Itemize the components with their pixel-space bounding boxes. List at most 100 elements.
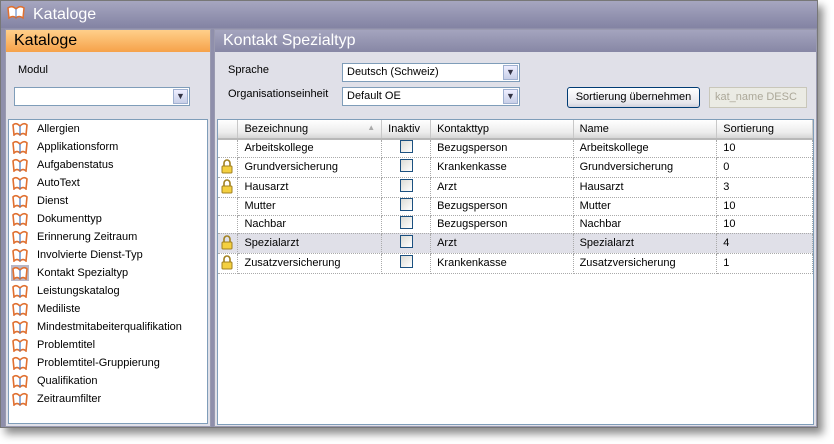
cell-bezeichnung[interactable]: Spezialarzt: [237, 233, 383, 254]
catalog-item[interactable]: Aufgabenstatus: [9, 156, 207, 174]
table-row[interactable]: Hausarzt Arzt Hausarzt 3: [218, 177, 813, 198]
cell-sortierung[interactable]: 3: [716, 177, 813, 198]
row-marker: [218, 233, 239, 254]
table-row[interactable]: Nachbar Bezugsperson Nachbar 10: [218, 215, 813, 234]
modul-label: Modul: [18, 64, 48, 76]
cell-name[interactable]: Arbeitskollege: [573, 139, 718, 158]
cell-bezeichnung[interactable]: Nachbar: [237, 215, 383, 234]
cell-kontakttyp[interactable]: Arzt: [430, 177, 574, 198]
cell-kontakttyp[interactable]: Krankenkasse: [430, 157, 574, 178]
catalog-item[interactable]: Applikationsform: [9, 138, 207, 156]
cell-sortierung[interactable]: 1: [716, 253, 813, 274]
catalog-item-label: Kontakt Spezialtyp: [37, 267, 129, 279]
cell-name[interactable]: Grundversicherung: [573, 157, 718, 178]
inaktiv-checkbox[interactable]: [399, 235, 413, 248]
book-icon: [11, 157, 29, 173]
chevron-down-icon[interactable]: ▼: [503, 65, 518, 80]
book-icon: [11, 121, 29, 137]
column-header-kontakttyp[interactable]: Kontakttyp: [430, 120, 574, 140]
detail-panel: Kontakt Spezialtyp Sprache Deutsch (Schw…: [214, 29, 817, 427]
catalog-item[interactable]: Problemtitel: [9, 336, 207, 354]
catalog-item-label: Problemtitel: [37, 339, 96, 351]
catalog-item[interactable]: Zeitraumfilter: [9, 390, 207, 408]
book-icon: [11, 265, 29, 281]
sort-ascending-icon: ▲: [367, 123, 376, 132]
cell-kontakttyp[interactable]: Krankenkasse: [430, 253, 574, 274]
book-icon: [11, 211, 29, 227]
inaktiv-checkbox[interactable]: [399, 140, 413, 154]
inaktiv-checkbox[interactable]: [399, 216, 413, 229]
sort-expression-field: kat_name DESC: [709, 87, 807, 108]
cell-kontakttyp[interactable]: Bezugsperson: [430, 215, 574, 234]
row-header-corner: [218, 120, 239, 140]
catalog-item-label: AutoText: [37, 177, 80, 189]
cell-kontakttyp[interactable]: Bezugsperson: [430, 139, 574, 158]
catalog-item[interactable]: AutoText: [9, 174, 207, 192]
catalog-item[interactable]: Problemtitel-Gruppierung: [9, 354, 207, 372]
cell-sortierung[interactable]: 10: [716, 215, 813, 234]
cell-bezeichnung[interactable]: Mutter: [237, 197, 383, 216]
catalog-item[interactable]: Mediliste: [9, 300, 207, 318]
cell-name[interactable]: Mutter: [573, 197, 718, 216]
modul-select[interactable]: ▼: [14, 87, 190, 106]
column-header-inaktiv[interactable]: Inaktiv: [381, 120, 432, 140]
catalog-panel: Kataloge Modul ▼ Allergien Applikationsfo…: [5, 29, 211, 427]
catalog-item-label: Mediliste: [37, 303, 81, 315]
chevron-down-icon[interactable]: ▼: [503, 89, 518, 104]
catalog-item-label: Dienst: [37, 195, 69, 207]
inaktiv-checkbox[interactable]: [399, 179, 413, 192]
cell-name[interactable]: Spezialarzt: [573, 233, 718, 254]
book-icon: [11, 391, 29, 407]
column-label: Bezeichnung: [244, 123, 309, 135]
column-header-bezeichnung[interactable]: Bezeichnung ▲: [237, 120, 383, 140]
catalog-item[interactable]: Dienst: [9, 192, 207, 210]
cell-sortierung[interactable]: 4: [716, 233, 813, 254]
catalog-item[interactable]: Mindestmitabeiterqualifikation: [9, 318, 207, 336]
catalog-item[interactable]: Involvierte Dienst-Typ: [9, 246, 207, 264]
table-row[interactable]: Mutter Bezugsperson Mutter 10: [218, 197, 813, 216]
catalog-item[interactable]: Leistungskatalog: [9, 282, 207, 300]
cell-name[interactable]: Hausarzt: [573, 177, 718, 198]
book-icon: [11, 247, 29, 263]
kontakt-spezialtyp-table: Bezeichnung ▲ Inaktiv Kontakttyp Name Sor…: [217, 119, 814, 425]
cell-name[interactable]: Nachbar: [573, 215, 718, 234]
catalog-item[interactable]: Kontakt Spezialtyp: [9, 264, 207, 282]
column-header-name[interactable]: Name: [573, 120, 718, 140]
cell-bezeichnung[interactable]: Hausarzt: [237, 177, 383, 198]
inaktiv-checkbox[interactable]: [399, 159, 413, 172]
cell-kontakttyp[interactable]: Arzt: [430, 233, 574, 254]
sortierung-uebernehmen-button[interactable]: Sortierung übernehmen: [567, 87, 700, 108]
catalog-item-label: Leistungskatalog: [37, 285, 120, 297]
cell-bezeichnung[interactable]: Grundversicherung: [237, 157, 383, 178]
cell-sortierung[interactable]: 10: [716, 139, 813, 158]
inaktiv-checkbox[interactable]: [399, 255, 413, 268]
cell-bezeichnung[interactable]: Zusatzversicherung: [237, 253, 383, 274]
table-row[interactable]: Spezialarzt Arzt Spezialarzt 4: [218, 233, 813, 254]
table-row[interactable]: Grundversicherung Krankenkasse Grundversic…: [218, 157, 813, 178]
sprache-label: Sprache: [228, 64, 269, 76]
chevron-down-icon[interactable]: ▼: [173, 89, 188, 104]
cell-inaktiv: [381, 233, 432, 254]
cell-sortierung[interactable]: 0: [716, 157, 813, 178]
catalog-item-label: Involvierte Dienst-Typ: [37, 249, 143, 261]
table-row[interactable]: Arbeitskollege Bezugsperson Arbeitskollege…: [218, 139, 813, 158]
catalog-item-label: Dokumenttyp: [37, 213, 102, 225]
catalog-item[interactable]: Allergien: [9, 120, 207, 138]
column-header-sortierung[interactable]: Sortierung: [716, 120, 813, 140]
inaktiv-checkbox[interactable]: [399, 198, 413, 211]
catalog-item[interactable]: Dokumenttyp: [9, 210, 207, 228]
book-icon: [11, 283, 29, 299]
cell-inaktiv: [381, 157, 432, 178]
kataloge-window: Kataloge Kataloge Modul ▼ Allergien Appli…: [0, 0, 818, 428]
cell-sortierung[interactable]: 10: [716, 197, 813, 216]
sprache-select[interactable]: Deutsch (Schweiz) ▼: [342, 63, 520, 82]
catalog-item[interactable]: Qualifikation: [9, 372, 207, 390]
table-row[interactable]: Zusatzversicherung Krankenkasse Zusatzvers…: [218, 253, 813, 274]
cell-name[interactable]: Zusatzversicherung: [573, 253, 718, 274]
oe-select[interactable]: Default OE ▼: [342, 87, 520, 106]
sprache-value: Deutsch (Schweiz): [347, 66, 439, 78]
catalog-item-label: Applikationsform: [37, 141, 119, 153]
cell-bezeichnung[interactable]: Arbeitskollege: [237, 139, 383, 158]
cell-kontakttyp[interactable]: Bezugsperson: [430, 197, 574, 216]
catalog-item[interactable]: Erinnerung Zeitraum: [9, 228, 207, 246]
